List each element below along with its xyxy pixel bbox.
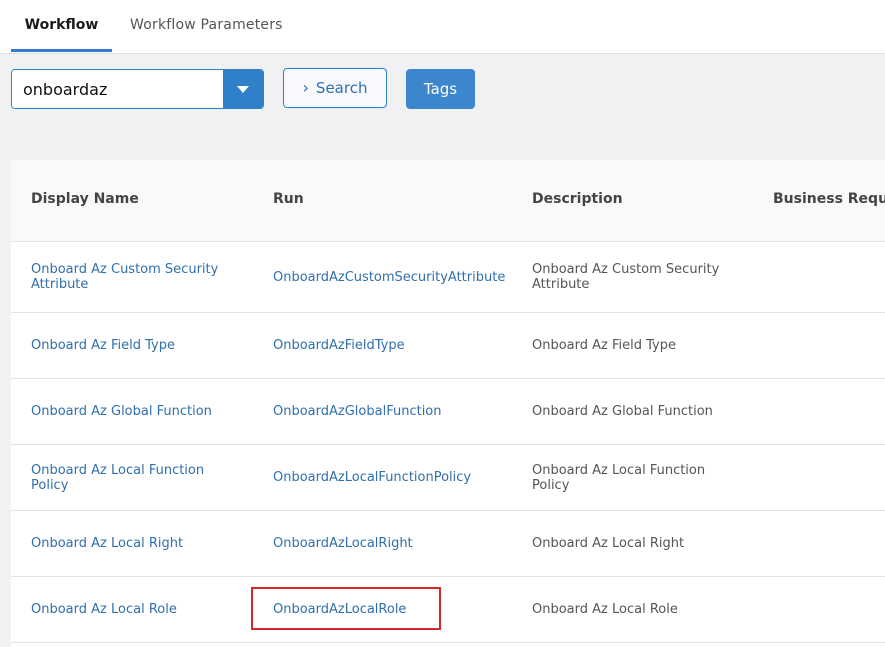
workflow-page: Workflow Workflow Parameters › Search Ta…: [0, 0, 885, 647]
display-name-link[interactable]: Onboard Az Custom Security Attribute: [31, 242, 231, 312]
tab-bar: Workflow Workflow Parameters: [0, 0, 885, 54]
display-name-link[interactable]: Onboard Az Global Function: [31, 379, 231, 444]
column-header-description[interactable]: Description: [532, 191, 623, 207]
table-row: Onboard Az Local Function Policy Onboard…: [11, 445, 885, 511]
run-link[interactable]: OnboardAzFieldType: [273, 313, 513, 378]
run-link[interactable]: OnboardAzGlobalFunction: [273, 379, 513, 444]
run-link[interactable]: OnboardAzLocalRight: [273, 511, 513, 576]
tab-workflow[interactable]: Workflow: [11, 0, 112, 52]
workflow-search-combobox[interactable]: [11, 69, 264, 109]
display-name-link[interactable]: Onboard Az Field Type: [31, 313, 231, 378]
workflow-table: Display Name Run Description Business Re…: [11, 160, 885, 647]
tags-button-label: Tags: [423, 80, 458, 98]
tags-button[interactable]: Tags: [406, 69, 475, 109]
description-text: Onboard Az Local Role: [532, 602, 678, 617]
column-header-display-name[interactable]: Display Name: [31, 191, 139, 207]
table-row: Onboard Az Local Right OnboardAzLocalRig…: [11, 511, 885, 577]
description-text: Onboard Az Local Function Policy: [532, 462, 706, 493]
description-text: Onboard Az Global Function: [532, 404, 713, 419]
triangle-down-icon: [237, 85, 249, 93]
tab-workflow-parameters[interactable]: Workflow Parameters: [130, 0, 283, 52]
display-name-link[interactable]: Onboard Az Local Right: [31, 511, 231, 576]
run-link[interactable]: OnboardAzCustomSecurityAttribute: [273, 242, 513, 312]
description-text: Onboard Az Custom Security Attribute: [532, 262, 720, 292]
run-link[interactable]: OnboardAzLocalFunctionPolicy: [273, 445, 513, 510]
display-name-link[interactable]: Onboard Az Local Role: [31, 577, 231, 642]
table-row: Onboard Az Global Function OnboardAzGlob…: [11, 379, 885, 445]
table-header: Display Name Run Description Business Re…: [11, 160, 885, 242]
column-header-run[interactable]: Run: [273, 191, 304, 207]
table-row: Onboard Az Custom Security Attribute Onb…: [11, 242, 885, 313]
search-button-label: Search: [315, 79, 368, 97]
workflow-search-input[interactable]: [12, 70, 223, 108]
display-name-link[interactable]: Onboard Az Local Function Policy: [31, 445, 231, 510]
description-text: Onboard Az Field Type: [532, 338, 676, 353]
run-link[interactable]: OnboardAzLocalRole: [273, 577, 513, 642]
table-row: Onboard Az Local Role OnboardAzLocalRole…: [11, 577, 885, 643]
description-text: Onboard Az Local Right: [532, 536, 685, 551]
table-row: Onboard Az Field Type OnboardAzFieldType…: [11, 313, 885, 379]
search-button[interactable]: › Search: [283, 68, 387, 108]
chevron-right-icon: ›: [302, 78, 309, 97]
search-dropdown-button[interactable]: [223, 70, 263, 108]
column-header-business-request[interactable]: Business Reques: [773, 191, 885, 207]
